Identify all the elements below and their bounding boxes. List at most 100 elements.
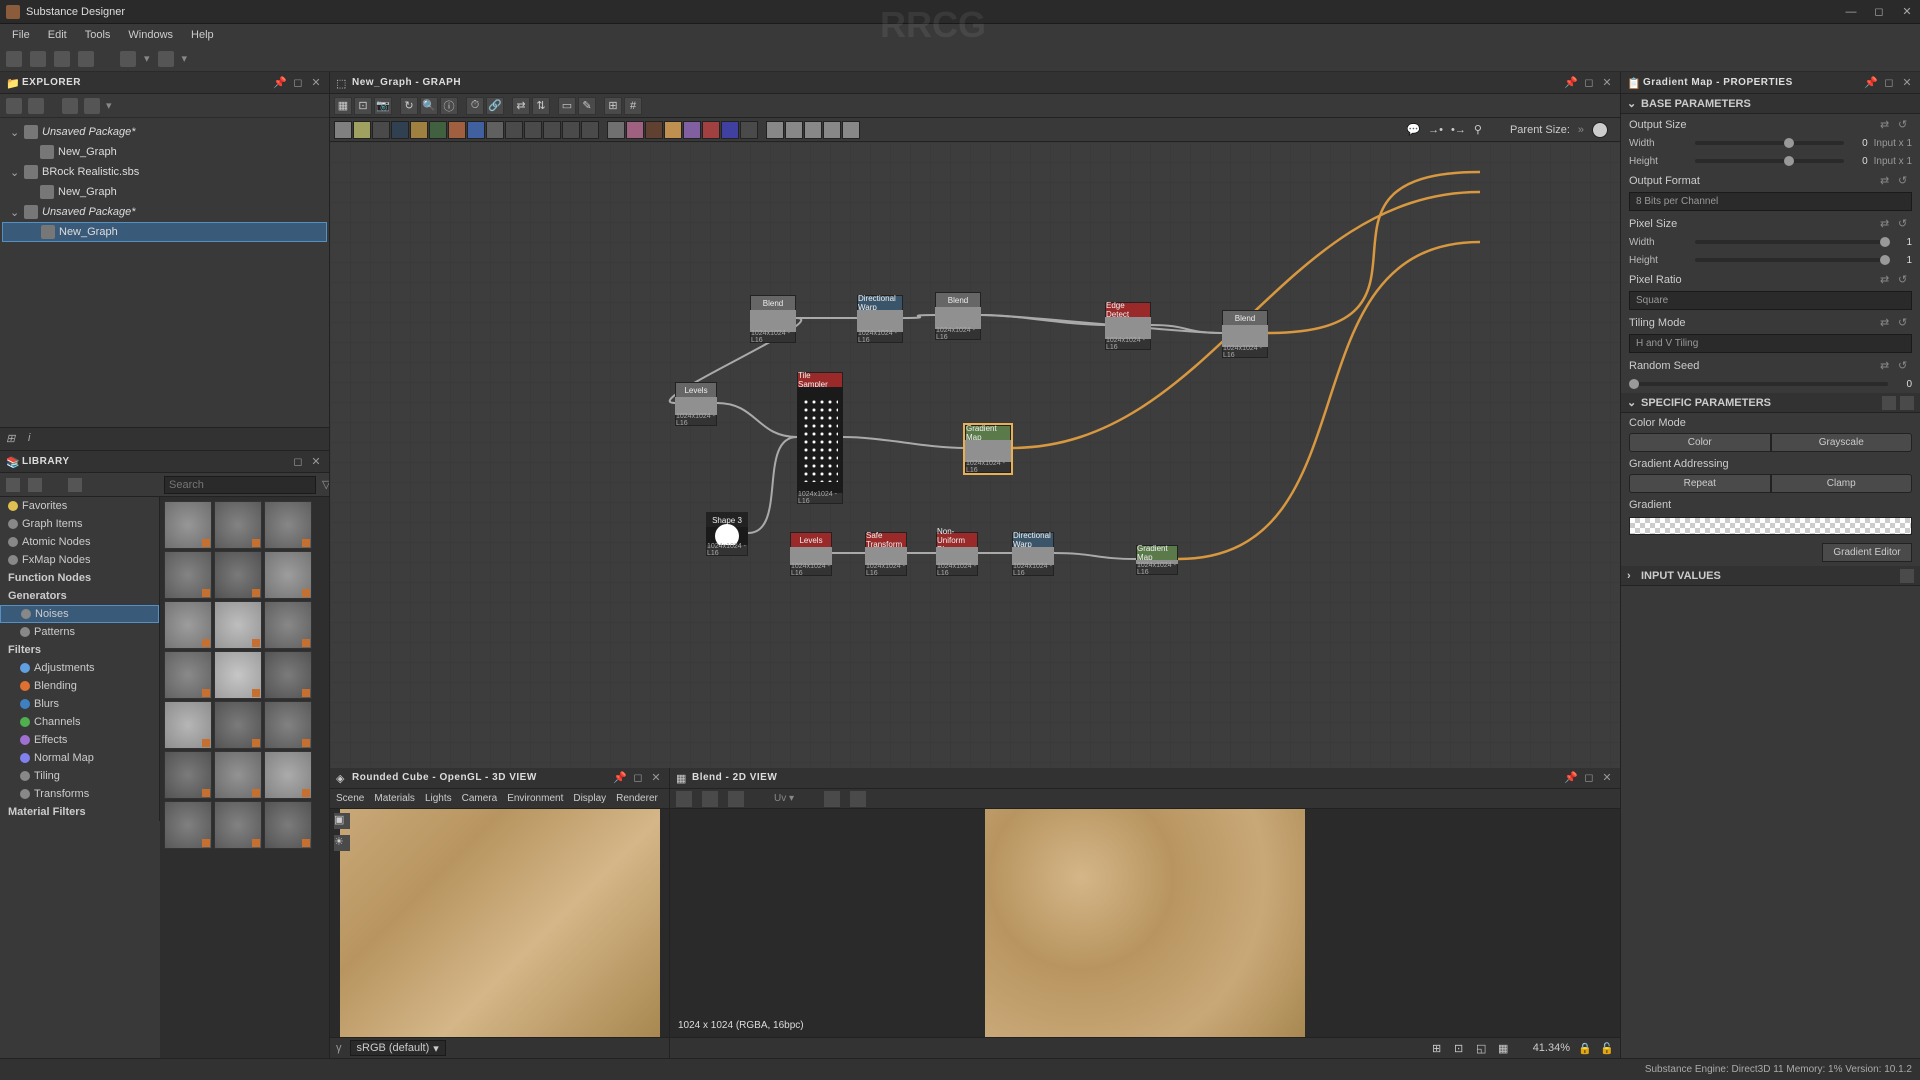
tiling-icon[interactable]: ▦	[1498, 1042, 1512, 1055]
graph-node[interactable]: Gradient Map1024x1024 - L16	[965, 425, 1011, 473]
palette-swatch[interactable]	[842, 121, 860, 139]
palette-swatch[interactable]	[391, 121, 409, 139]
color-mode-color-button[interactable]: Color	[1629, 433, 1771, 452]
lib-filter-icon[interactable]	[28, 478, 42, 492]
undo-icon[interactable]	[120, 51, 136, 67]
library-thumbnail[interactable]	[264, 701, 312, 749]
palette-swatch[interactable]	[543, 121, 561, 139]
menu-tools[interactable]: Tools	[77, 27, 119, 43]
gradient-editor-button[interactable]: Gradient Editor	[1822, 543, 1912, 562]
link-icon[interactable]: ⇄	[1880, 174, 1894, 188]
palette-swatch[interactable]	[766, 121, 784, 139]
maximize-panel-icon[interactable]: ◻	[1582, 771, 1596, 785]
close-panel-icon[interactable]: ✕	[1600, 771, 1614, 785]
palette-swatch[interactable]	[823, 121, 841, 139]
palette-swatch[interactable]	[645, 121, 663, 139]
palette-swatch[interactable]	[702, 121, 720, 139]
view3d-menu-camera[interactable]: Camera	[462, 793, 498, 804]
width-slider[interactable]	[1695, 141, 1844, 145]
library-category[interactable]: Generators	[0, 587, 159, 605]
tree-item[interactable]: ⌄Unsaved Package*	[2, 122, 327, 142]
lib-edit-icon[interactable]	[68, 478, 82, 492]
graph-node[interactable]: Levels1024x1024 - L16	[675, 382, 717, 426]
library-thumbnail[interactable]	[264, 501, 312, 549]
expose-icon[interactable]: ⚲	[1474, 123, 1482, 136]
palette-swatch[interactable]	[372, 121, 390, 139]
palette-swatch[interactable]	[486, 121, 504, 139]
close-panel-icon[interactable]: ✕	[649, 771, 663, 785]
palette-swatch[interactable]	[607, 121, 625, 139]
library-category[interactable]: Material Filters	[0, 803, 159, 821]
gear-icon[interactable]	[1900, 569, 1914, 583]
library-category[interactable]: Effects	[0, 731, 159, 749]
library-thumbnail[interactable]	[264, 751, 312, 799]
palette-swatch[interactable]	[410, 121, 428, 139]
library-search-input[interactable]	[164, 476, 316, 494]
home-icon[interactable]	[6, 51, 22, 67]
graph-node[interactable]: Shape 31024x1024 - L16	[706, 512, 748, 556]
save-icon[interactable]	[676, 791, 692, 807]
graph-node[interactable]: Non-Uniform Blur1024x1024 - L16	[936, 532, 978, 576]
library-category[interactable]: Atomic Nodes	[0, 533, 159, 551]
graph-node[interactable]: Blend1024x1024 - L16	[750, 295, 796, 343]
close-panel-icon[interactable]: ✕	[309, 76, 323, 90]
palette-swatch[interactable]	[448, 121, 466, 139]
refresh-icon[interactable]: ↻	[400, 97, 418, 115]
comment-icon[interactable]: 💬	[1406, 123, 1420, 136]
highlight-icon[interactable]: ✎	[578, 97, 596, 115]
library-category[interactable]: Graph Items	[0, 515, 159, 533]
color-mode-grayscale-button[interactable]: Grayscale	[1771, 433, 1913, 452]
library-category[interactable]: Favorites	[0, 497, 159, 515]
library-thumbnail[interactable]	[264, 801, 312, 849]
align-icon[interactable]: ⇄	[512, 97, 530, 115]
close-icon[interactable]: ✕	[1900, 5, 1914, 19]
link-icon[interactable]: 🔗	[486, 97, 504, 115]
library-thumbnail[interactable]	[214, 501, 262, 549]
maximize-panel-icon[interactable]: ◻	[1582, 76, 1596, 90]
palette-swatch[interactable]	[626, 121, 644, 139]
view2d-canvas[interactable]: 1024 x 1024 (RGBA, 16bpc)	[670, 809, 1620, 1037]
library-thumbnail[interactable]	[164, 601, 212, 649]
snapshot-icon[interactable]: 📷	[374, 97, 392, 115]
palette-swatch[interactable]	[562, 121, 580, 139]
menu-edit[interactable]: Edit	[40, 27, 75, 43]
maximize-panel-icon[interactable]: ◻	[631, 771, 645, 785]
library-thumbnail[interactable]	[264, 551, 312, 599]
reset-icon[interactable]: ↺	[1898, 174, 1912, 188]
frame-icon[interactable]: ▭	[558, 97, 576, 115]
library-thumbnail[interactable]	[164, 801, 212, 849]
lock-icon[interactable]: 🔒	[1578, 1042, 1592, 1055]
colorspace-select[interactable]: sRGB (default)▾	[350, 1040, 446, 1056]
pin-icon[interactable]: 🔓	[1600, 1042, 1614, 1055]
graph-node[interactable]: Levels1024x1024 - L16	[790, 532, 832, 576]
reset-icon[interactable]: ↺	[1898, 118, 1912, 132]
link-icon[interactable]: ⇄	[1880, 273, 1894, 287]
maximize-icon[interactable]: ◻	[1872, 5, 1886, 19]
export-icon[interactable]	[702, 791, 718, 807]
graph-canvas[interactable]: Blend1024x1024 - L16Directional Warp1024…	[330, 142, 1620, 768]
graph-node[interactable]: Blend1024x1024 - L16	[935, 292, 981, 340]
library-thumbnail[interactable]	[164, 551, 212, 599]
fit-icon[interactable]: ⊡	[354, 97, 372, 115]
view3d-menu-display[interactable]: Display	[573, 793, 606, 804]
library-category[interactable]: Patterns	[0, 623, 159, 641]
tree-item[interactable]: ⌄BRock Realistic.sbs	[2, 162, 327, 182]
grid-icon[interactable]: ⊞	[1432, 1042, 1446, 1055]
random-seed-slider[interactable]	[1629, 382, 1888, 386]
library-category[interactable]: Adjustments	[0, 659, 159, 677]
palette-swatch[interactable]	[505, 121, 523, 139]
filter-icon[interactable]: ▽	[322, 478, 329, 491]
info-icon[interactable]	[824, 791, 840, 807]
reset-icon[interactable]: ↺	[1898, 316, 1912, 330]
library-category[interactable]: Tiling	[0, 767, 159, 785]
pin-icon[interactable]: 📌	[1564, 76, 1578, 90]
library-thumbnail[interactable]	[214, 801, 262, 849]
close-panel-icon[interactable]: ✕	[309, 455, 323, 469]
library-thumbnail[interactable]	[264, 601, 312, 649]
library-thumbnail[interactable]	[214, 551, 262, 599]
library-category[interactable]: Transforms	[0, 785, 159, 803]
maximize-panel-icon[interactable]: ◻	[291, 76, 305, 90]
library-thumbnail[interactable]	[164, 751, 212, 799]
close-panel-icon[interactable]: ✕	[1900, 76, 1914, 90]
timing-icon[interactable]: ⏱	[466, 97, 484, 115]
